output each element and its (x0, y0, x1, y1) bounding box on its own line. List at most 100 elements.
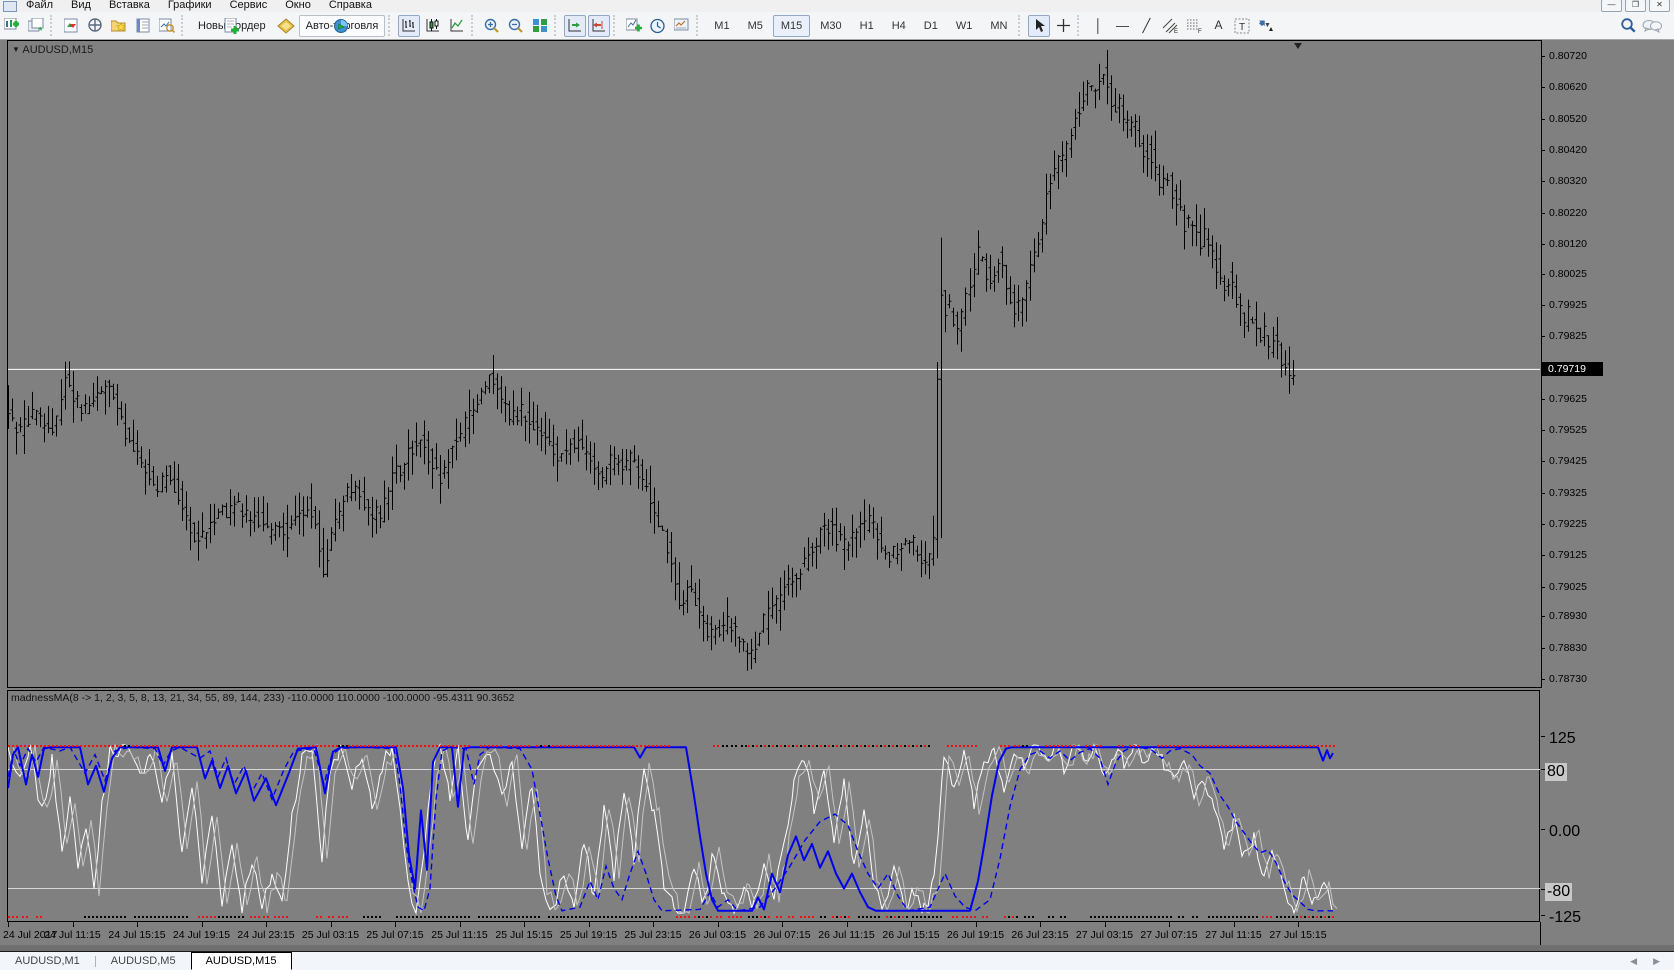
indicator-bottom-dot (206, 916, 208, 918)
auto-scroll-button[interactable] (564, 14, 587, 37)
profiles-button[interactable]: ▼ (25, 15, 47, 37)
arrows-tool-button[interactable]: ▼ (1255, 15, 1277, 37)
time-axis-tick (395, 922, 396, 927)
indicator-bottom-dot (234, 916, 236, 918)
timeframe-button-M15[interactable]: M15 (772, 14, 811, 37)
collapse-triangle-icon[interactable]: ▼ (12, 45, 20, 54)
tile-windows-button[interactable] (529, 15, 551, 37)
channel-tool-button[interactable]: E (1159, 15, 1181, 37)
terminal-button[interactable] (132, 15, 154, 37)
price-axis-tick (1541, 181, 1545, 183)
indicator-bottom-dot (1296, 916, 1298, 918)
zoom-out-button[interactable] (505, 15, 527, 37)
chart-shift-marker[interactable] (1294, 43, 1302, 49)
indicator-top-dot (800, 745, 802, 747)
indicator-top-dot (92, 745, 94, 747)
menu-item-Графики[interactable]: Графики (159, 0, 221, 12)
autotrading-button[interactable]: Авто-торговля (298, 14, 386, 37)
indicator-top-dot (436, 745, 438, 747)
minimize-button[interactable]: — (1601, 0, 1622, 12)
chat-button[interactable] (1641, 15, 1663, 37)
vertical-line-tool-button[interactable]: │ (1087, 15, 1109, 37)
timeframe-button-M1[interactable]: M1 (706, 15, 737, 37)
strategy-tester-button[interactable] (156, 15, 178, 37)
timeframe-button-H1[interactable]: H1 (852, 15, 882, 37)
search-button[interactable] (1617, 15, 1639, 37)
menu-item-Вид[interactable]: Вид (62, 0, 100, 12)
indicator-bottom-dot (728, 916, 730, 918)
indicator-bottom-dot (448, 916, 450, 918)
zoom-in-button[interactable] (481, 15, 503, 37)
metaeditor-button[interactable] (275, 15, 297, 37)
menu-item-Файл[interactable]: Файл (17, 0, 62, 12)
restore-button[interactable]: ❐ (1625, 0, 1646, 12)
close-button[interactable]: ✕ (1649, 0, 1670, 12)
timeframe-button-W1[interactable]: W1 (948, 15, 981, 37)
cursor-tool-button[interactable] (1028, 14, 1051, 37)
chart-symbol-label[interactable]: ▼ AUDUSD,M15 (12, 44, 93, 56)
tab-scroll-left-icon[interactable]: ◀ (1630, 956, 1637, 967)
indicator-bottom-dot (928, 916, 930, 918)
chart-bars-button[interactable] (398, 14, 421, 37)
menu-item-Вставка[interactable]: Вставка (100, 0, 159, 12)
indicator-top-dot (924, 745, 926, 747)
indicator-bottom-dot (1228, 916, 1230, 918)
indicator-top-dot (1269, 745, 1271, 747)
new-order-button[interactable]: Новый ордер (191, 15, 273, 37)
fibonacci-tool-button[interactable]: F (1183, 15, 1205, 37)
new-chart-button[interactable]: ▼ (1, 15, 23, 37)
crosshair-tool-button[interactable] (1052, 15, 1074, 37)
chart-window-system-icon[interactable] (3, 1, 17, 12)
timeframe-button-MN[interactable]: MN (982, 15, 1015, 37)
indicator-top-dot (892, 745, 894, 747)
market-watch-button[interactable] (60, 15, 82, 37)
indicator-top-dot (336, 745, 338, 747)
indicator-top-dot (1201, 745, 1203, 747)
indicator-bottom-dot (92, 916, 94, 918)
data-window-button[interactable] (84, 15, 106, 37)
indicator-bottom-dot (1142, 916, 1144, 918)
indicator-top-dot (228, 745, 230, 747)
timeframe-button-H4[interactable]: H4 (884, 15, 914, 37)
indicator-bottom-dot (932, 916, 934, 918)
templates-button[interactable]: ▼ (671, 15, 693, 37)
periods-button[interactable]: ▼ (647, 15, 669, 37)
indicator-bottom-dot (635, 916, 637, 918)
indicator-top-dot (488, 745, 490, 747)
menu-item-Сервис[interactable]: Сервис (221, 0, 277, 12)
indicator-canvas[interactable] (8, 691, 1540, 921)
navigator-button[interactable] (108, 15, 130, 37)
timeframe-button-D1[interactable]: D1 (916, 15, 946, 37)
indicator-bottom-dot (788, 916, 790, 918)
trendline-tool-button[interactable]: ╱ (1135, 15, 1157, 37)
timeframe-button-M30[interactable]: M30 (812, 15, 849, 37)
horizontal-scrollbar[interactable] (0, 945, 1674, 952)
chart-tab-AUDUSD,M5[interactable]: AUDUSD,M5 (96, 952, 191, 970)
indicator-bottom-dot (1114, 916, 1116, 918)
time-axis-tick (1169, 922, 1170, 927)
text-tool-button[interactable]: A (1207, 15, 1229, 37)
chart-tab-AUDUSD,M1[interactable]: AUDUSD,M1 (0, 952, 95, 970)
indicators-button[interactable]: ▼ (623, 15, 645, 37)
indicator-top-dot (108, 745, 110, 747)
indicator-top-dot (1014, 745, 1016, 747)
price-axis-label: 0.80620 (1549, 81, 1587, 94)
menu-item-Окно[interactable]: Окно (276, 0, 320, 12)
chart-candlesticks-button[interactable] (422, 15, 444, 37)
chart-tab-AUDUSD,M15[interactable]: AUDUSD,M15 (190, 952, 292, 970)
horizontal-line-tool-button[interactable]: — (1111, 15, 1133, 37)
indicator-top-dot (1181, 745, 1183, 747)
indicator-top-dot (1261, 745, 1263, 747)
text-label-tool-button[interactable]: T (1231, 15, 1253, 37)
chart-line-button[interactable] (446, 15, 468, 37)
menu-item-Справка[interactable]: Справка (320, 0, 381, 12)
indicator-bottom-dot (379, 916, 381, 918)
price-chart-canvas[interactable] (8, 41, 1540, 686)
indicator-bottom-dot (375, 916, 377, 918)
indicator-axis-label: 0.00 (1549, 823, 1581, 840)
indicator-bottom-dot (986, 916, 988, 918)
tab-scroll-right-icon[interactable]: ▶ (1653, 956, 1660, 967)
timeframe-button-M5[interactable]: M5 (740, 15, 771, 37)
indicator-top-dot (722, 745, 724, 747)
chart-shift-button[interactable] (588, 14, 611, 37)
